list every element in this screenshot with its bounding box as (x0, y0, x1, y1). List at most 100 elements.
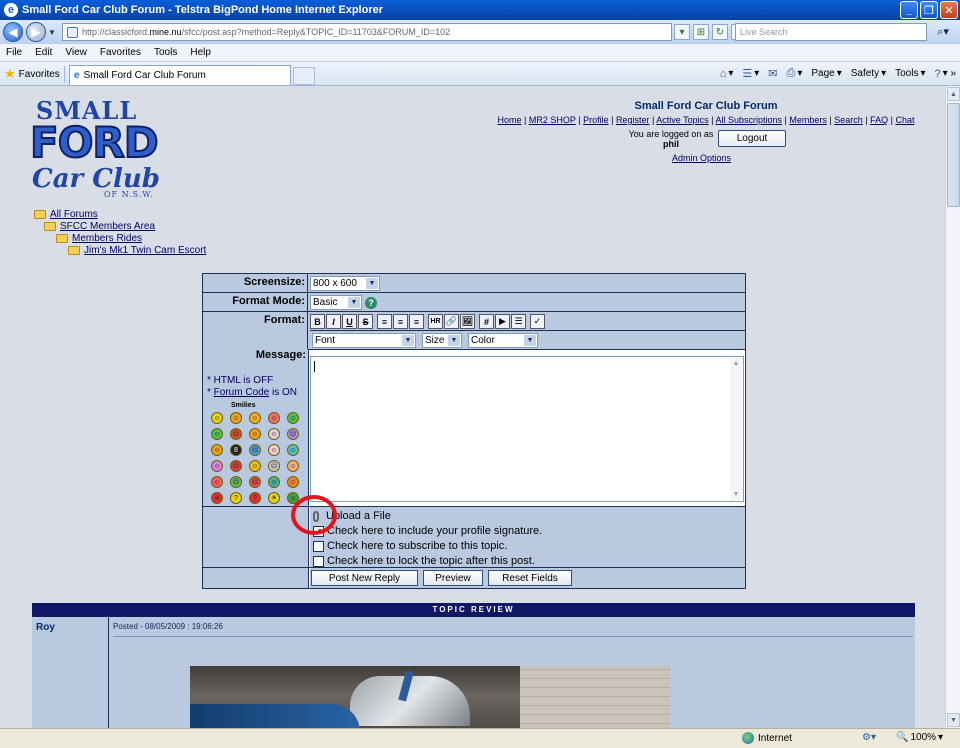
confused-icon[interactable]: ? (230, 492, 242, 504)
menu-edit[interactable]: Edit (35, 47, 52, 58)
nav-all-subscriptions[interactable]: All Subscriptions (716, 115, 783, 125)
subscribe-checkbox[interactable] (313, 540, 324, 552)
cool-icon[interactable]: ☺ (249, 412, 261, 424)
skull-icon[interactable]: ☠ (211, 492, 223, 504)
wink-icon[interactable]: ☺ (211, 444, 223, 456)
horizontal-rule-button[interactable]: HR (428, 314, 443, 329)
nav-profile[interactable]: Profile (583, 115, 609, 125)
menu-view[interactable]: View (65, 47, 87, 58)
big-smile-icon[interactable]: ☺ (230, 412, 242, 424)
close-button[interactable]: ✕ (940, 1, 958, 19)
url-dropdown-icon[interactable]: ▾ (674, 24, 690, 40)
history-dropdown-icon[interactable]: ▼ (48, 28, 58, 37)
message-textarea[interactable]: ▲ ▼ (310, 356, 744, 502)
screensize-select[interactable]: 800 x 600 ▼ (310, 276, 380, 291)
align-left-button[interactable]: ≡ (377, 314, 392, 329)
nerd-icon[interactable]: ☺ (268, 476, 280, 488)
admin-options-link[interactable]: Admin Options (672, 153, 731, 163)
new-tab-button[interactable] (293, 67, 315, 85)
link-topic[interactable]: Jim's Mk1 Twin Cam Escort (84, 245, 206, 256)
menu-file[interactable]: File (6, 47, 22, 58)
nav-search[interactable]: Search (834, 115, 863, 125)
menu-favorites[interactable]: Favorites (100, 47, 141, 58)
preview-button[interactable]: Preview (423, 570, 483, 586)
link-all-forums[interactable]: All Forums (50, 209, 98, 220)
insert-image-button[interactable]: 🖼 (460, 314, 475, 329)
eight-ball-icon[interactable]: 8 (230, 444, 242, 456)
code-button[interactable]: # (479, 314, 494, 329)
search-icon[interactable]: ⌕▾ (930, 23, 956, 41)
protected-mode-icon[interactable]: ⚙▾ (862, 732, 876, 743)
approve-icon[interactable]: ☺ (249, 460, 261, 472)
forum-code-link[interactable]: Forum Code (214, 387, 270, 398)
align-center-button[interactable]: ≡ (393, 314, 408, 329)
scroll-down-icon[interactable]: ▼ (947, 713, 960, 727)
post-reply-button[interactable]: Post New Reply (311, 570, 418, 586)
format-mode-select[interactable]: Basic ▼ (310, 295, 362, 310)
link-members-area[interactable]: SFCC Members Area (60, 221, 155, 232)
nav-members[interactable]: Members (789, 115, 827, 125)
menu-tools[interactable]: Tools (154, 47, 177, 58)
quote-button[interactable]: ▶ (495, 314, 510, 329)
logout-button[interactable]: Logout (718, 130, 786, 147)
maximize-button[interactable]: ❐ (920, 1, 938, 19)
tools-menu[interactable]: Tools ▾ (895, 68, 925, 79)
scroll-up-icon[interactable]: ▲ (730, 358, 742, 369)
insert-link-button[interactable]: 🔗 (444, 314, 459, 329)
nav-register[interactable]: Register (616, 115, 650, 125)
page-scrollbar[interactable]: ▲ ▼ (945, 86, 960, 728)
print-button[interactable]: ⎙ ▾ (787, 67, 803, 80)
security-zone[interactable]: Internet (742, 732, 792, 744)
disapprove-icon[interactable]: ☹ (268, 460, 280, 472)
shock-icon[interactable]: ☺ (249, 428, 261, 440)
favorites-button[interactable]: ★ Favorites (4, 66, 60, 82)
page-menu[interactable]: Page ▾ (811, 68, 841, 79)
sad-icon[interactable]: ☹ (249, 444, 261, 456)
underline-button[interactable]: U (342, 314, 357, 329)
menu-help[interactable]: Help (190, 47, 211, 58)
scroll-up-icon[interactable]: ▲ (947, 87, 960, 101)
post-photo[interactable] (190, 666, 670, 728)
mail-button[interactable]: ✉ (768, 67, 777, 80)
nav-chat[interactable]: Chat (895, 115, 914, 125)
forward-button[interactable]: ▶ (26, 22, 46, 42)
size-select[interactable]: Size ▼ (422, 332, 462, 348)
zoom-control[interactable]: 🔍 100% ▾ (896, 732, 943, 743)
clown-icon[interactable]: ☺ (211, 428, 223, 440)
link-members-rides[interactable]: Members Rides (72, 233, 142, 244)
font-select[interactable]: Font ▼ (312, 332, 416, 348)
minimize-button[interactable]: _ (900, 1, 918, 19)
message-scrollbar[interactable]: ▲ ▼ (730, 358, 742, 500)
safety-menu[interactable]: Safety ▾ (851, 68, 886, 79)
scroll-down-icon[interactable]: ▼ (730, 489, 742, 500)
blush-icon[interactable]: ☺ (268, 412, 280, 424)
help-button[interactable]: ? ▾ » (935, 68, 956, 80)
url-input[interactable]: http://classicford.mine.nu/sfcc/post.asp… (62, 23, 672, 41)
love-icon[interactable]: ☺ (211, 460, 223, 472)
strikethrough-button[interactable]: S (358, 314, 373, 329)
sleepy-icon[interactable]: ☺ (287, 444, 299, 456)
scroll-thumb[interactable] (947, 103, 960, 207)
shy-icon[interactable]: ☺ (211, 476, 223, 488)
list-button[interactable]: ☰ (511, 314, 526, 329)
home-button[interactable]: ⌂ ▾ (720, 68, 734, 80)
refresh-icon[interactable]: ↻ (712, 24, 728, 40)
mad-icon[interactable]: ☹ (230, 460, 242, 472)
compatibility-icon[interactable]: ⊞ (693, 24, 709, 40)
question-icon[interactable]: ☺ (287, 460, 299, 472)
search-input[interactable]: Live Search (735, 23, 927, 41)
reset-fields-button[interactable]: Reset Fields (488, 570, 572, 586)
evil-icon[interactable]: ☹ (287, 428, 299, 440)
italic-button[interactable]: I (326, 314, 341, 329)
smile-icon[interactable]: ☺ (211, 412, 223, 424)
bold-button[interactable]: B (310, 314, 325, 329)
sick-icon[interactable]: ☹ (230, 476, 242, 488)
tongue-icon[interactable]: ☺ (287, 412, 299, 424)
tab-current[interactable]: e Small Ford Car Club Forum (69, 65, 291, 85)
spellcheck-button[interactable]: ✓ (530, 314, 545, 329)
lock-checkbox[interactable] (313, 555, 324, 567)
blackeye-icon[interactable]: ☹ (249, 476, 261, 488)
feeds-button[interactable]: ☰ ▾ (742, 67, 759, 80)
nav-active-topics[interactable]: Active Topics (656, 115, 708, 125)
help-icon[interactable]: ? (365, 296, 377, 309)
